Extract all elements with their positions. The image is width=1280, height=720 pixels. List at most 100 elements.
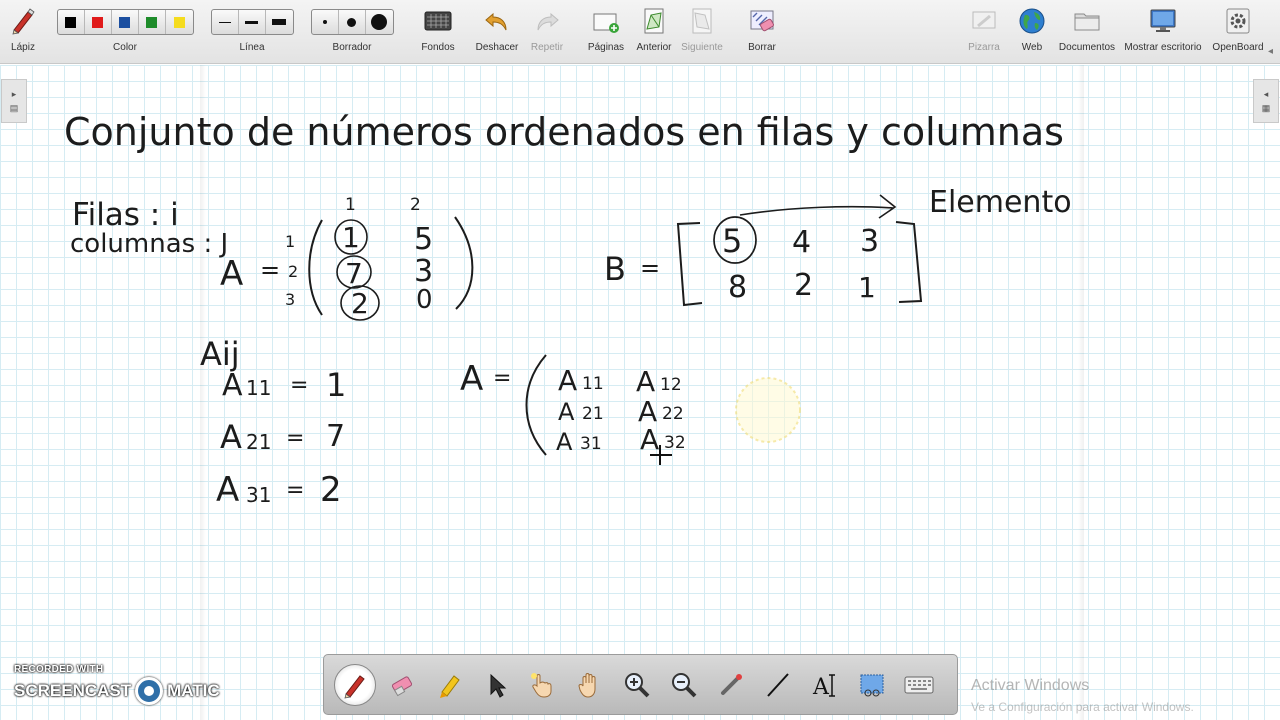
previous-page-button[interactable]: Anterior: [634, 0, 674, 64]
example-3-value: 2: [320, 470, 342, 510]
eraser-icon: [391, 675, 413, 696]
marker-tool[interactable]: [428, 664, 470, 706]
redo-button[interactable]: Repetir: [527, 0, 567, 64]
blue-swatch-icon: [119, 16, 130, 28]
clear-label: Borrar: [748, 42, 776, 53]
eraser-tool[interactable]: [381, 664, 423, 706]
row-index-3: 3: [285, 290, 295, 309]
b-cell-1-1: 5: [722, 222, 742, 260]
pages-button[interactable]: Páginas: [586, 0, 626, 64]
zoom-out-icon: [672, 672, 697, 697]
undo-label: Deshacer: [475, 42, 519, 53]
example-1-sub: 11: [246, 376, 271, 400]
text-tool[interactable]: A: [804, 664, 846, 706]
openboard-menu-button[interactable]: OpenBoard: [1210, 0, 1266, 64]
text-icon: A: [812, 673, 835, 700]
screencast-watermark: RECORDED WITH SCREENCAST MATIC: [14, 664, 220, 705]
pen-tool-button[interactable]: Lápiz: [4, 0, 42, 64]
line-icon: [767, 672, 789, 697]
keyboard-icon: [904, 676, 934, 693]
documents-button[interactable]: Documentos: [1058, 0, 1116, 64]
matrix-a-name: A: [220, 254, 243, 294]
rows-note: Filas : i: [72, 197, 179, 233]
line-medium-button[interactable]: [239, 10, 266, 34]
pen-icon: [8, 0, 38, 42]
row-index-1: 1: [285, 232, 295, 251]
g-1-1-sub: 11: [582, 374, 604, 394]
eraser-large-button[interactable]: [366, 10, 393, 34]
activate-windows-title: Activar Windows: [971, 677, 1090, 694]
matrix-b-name: B: [604, 250, 626, 288]
pen-tool[interactable]: [334, 663, 376, 706]
web-button[interactable]: Web: [1012, 0, 1052, 64]
pen-label: Lápiz: [11, 42, 35, 53]
web-label: Web: [1021, 42, 1043, 53]
globe-icon: [1017, 0, 1047, 42]
line-tool[interactable]: [757, 664, 799, 706]
zoom-in-tool[interactable]: [616, 664, 658, 706]
highlighter-cursor-icon: [735, 377, 801, 443]
color-yellow-button[interactable]: [166, 10, 193, 34]
screencast-logo-icon: [135, 677, 164, 705]
medium-line-icon: [245, 20, 258, 24]
equals-sign: =: [290, 373, 308, 398]
pen-icon: [344, 674, 365, 699]
color-blue-button[interactable]: [112, 10, 139, 34]
g-2-2-sub: 22: [662, 404, 684, 424]
equals-sign: =: [286, 478, 304, 503]
settings-gear-icon: [1223, 0, 1253, 42]
selector-tool[interactable]: [475, 664, 517, 706]
next-page-button[interactable]: Siguiente: [680, 0, 724, 64]
interact-tool[interactable]: [522, 664, 564, 706]
svg-text:A: A: [812, 675, 830, 700]
laser-pointer-tool[interactable]: [710, 664, 752, 706]
backgrounds-label: Fondos: [421, 42, 455, 53]
folder-icon: [1072, 0, 1102, 42]
screen-capture-icon: [860, 674, 884, 696]
eraser-medium-button[interactable]: [339, 10, 366, 34]
keyboard-background-icon: [423, 0, 453, 42]
a-cell-2-2: 3: [414, 254, 433, 289]
backgrounds-button[interactable]: Fondos: [417, 0, 459, 64]
b-cell-2-3: 1: [858, 271, 876, 304]
matrix-b-right-bracket: [895, 221, 923, 303]
capture-tool[interactable]: [851, 664, 893, 706]
a-cell-1-2: 5: [414, 222, 433, 257]
color-black-button[interactable]: [58, 10, 85, 34]
matrix-b-left-bracket: [676, 222, 703, 307]
g-3-1-sub: 31: [580, 434, 602, 454]
example-3-sub: 31: [246, 483, 271, 507]
hand-tool[interactable]: [569, 664, 611, 706]
equals-sign: =: [286, 426, 304, 451]
g-2-1-name: A: [558, 398, 575, 426]
color-red-button[interactable]: [85, 10, 112, 34]
a-cell-2-1: 7: [345, 257, 363, 290]
previous-label: Anterior: [636, 42, 672, 53]
a-cell-1-1: 1: [342, 221, 360, 254]
line-thin-button[interactable]: [212, 10, 239, 34]
board-mode-button[interactable]: Pizarra: [964, 0, 1004, 64]
zoom-out-tool[interactable]: [663, 664, 705, 706]
large-dot-icon: [371, 14, 387, 30]
matrix-a-right-paren: [454, 216, 474, 310]
green-swatch-icon: [146, 16, 157, 28]
thin-line-icon: [218, 21, 231, 23]
example-3-name: A: [216, 470, 239, 510]
pages-label: Páginas: [587, 42, 625, 53]
board-icon: [970, 0, 998, 42]
line-thick-button[interactable]: [266, 10, 293, 34]
activate-windows-subtitle: Ve a Configuración para activar Windows.: [971, 700, 1194, 714]
whiteboard-canvas[interactable]: ▸ ▤ ◂ ▦ Conjunto de números ordenados en…: [0, 65, 1280, 720]
g-1-2-sub: 12: [660, 375, 682, 395]
laser-pointer-icon: [721, 673, 742, 695]
toolbar-collapse-icon[interactable]: ◂: [1268, 46, 1273, 57]
clear-page-button[interactable]: Borrar: [742, 0, 782, 64]
handwriting-layer: Conjunto de números ordenados en filas y…: [64, 110, 1072, 510]
col-index-1: 1: [345, 195, 356, 215]
virtual-keyboard-tool[interactable]: [898, 664, 940, 706]
show-desktop-button[interactable]: Mostrar escritorio: [1122, 0, 1204, 64]
stylus-palette: A: [323, 654, 958, 715]
undo-button[interactable]: Deshacer: [474, 0, 520, 64]
eraser-small-button[interactable]: [312, 10, 339, 34]
color-green-button[interactable]: [139, 10, 166, 34]
